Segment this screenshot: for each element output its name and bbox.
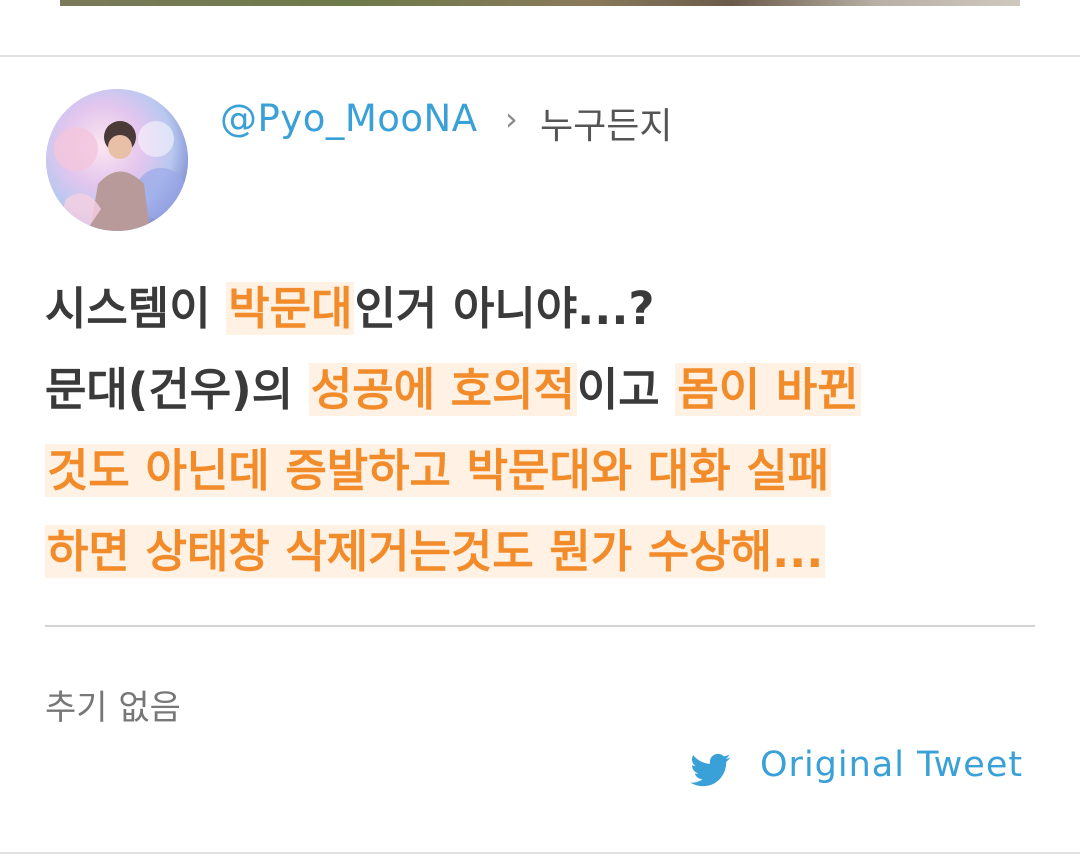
tweet-line: 것도 아닌데 증발하고 박문대와 대화 실패 xyxy=(45,430,1035,511)
divider xyxy=(0,55,1080,57)
tweet-text-segment: 시스템이 xyxy=(45,282,227,335)
tweet-line: 시스템이 박문대인거 아니야...? xyxy=(45,268,1035,349)
original-tweet-link[interactable]: Original Tweet xyxy=(688,740,1023,790)
highlighted-text: 성공에 호의적 xyxy=(308,363,577,416)
tweet-text-segment: 이고 xyxy=(576,363,676,416)
twitter-bird-icon xyxy=(690,753,731,787)
notes-status: 추기 없음 xyxy=(45,688,181,728)
chevron-right-icon: › xyxy=(505,100,518,138)
previous-post-image[interactable] xyxy=(60,0,1020,6)
tweet-text-segment: 인거 아니야...? xyxy=(354,282,655,335)
divider xyxy=(0,852,1080,854)
tweet-line: 문대(건우)의 성공에 호의적이고 몸이 바뀐 xyxy=(45,349,1035,430)
tweet-line: 하면 상태창 삭제거는것도 뭔가 수상해... xyxy=(45,511,1035,592)
highlighted-text: 하면 상태창 삭제거는것도 뭔가 수상해... xyxy=(45,525,826,578)
list-name[interactable]: 누구든지 xyxy=(540,97,672,149)
divider xyxy=(45,625,1035,627)
highlighted-text: 것도 아닌데 증발하고 박문대와 대화 실패 xyxy=(45,444,832,497)
highlighted-text: 몸이 바뀐 xyxy=(675,363,861,416)
author-handle[interactable]: @Pyo_MooNA xyxy=(220,97,478,140)
tweet-text: 시스템이 박문대인거 아니야...? 문대(건우)의 성공에 호의적이고 몸이 바… xyxy=(45,268,1035,592)
highlighted-text: 박문대 xyxy=(226,282,355,335)
original-tweet-label[interactable]: Original Tweet xyxy=(760,745,1023,785)
avatar[interactable] xyxy=(46,89,188,231)
tweet-text-segment: 문대(건우)의 xyxy=(45,363,309,416)
